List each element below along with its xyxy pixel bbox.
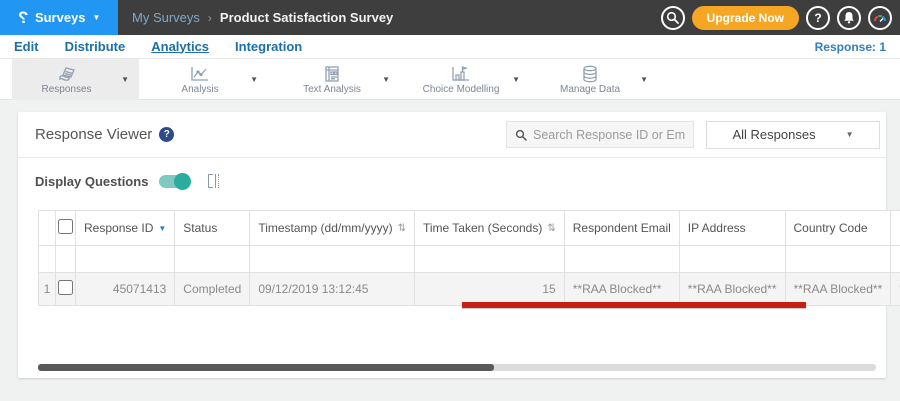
tab-integration[interactable]: Integration xyxy=(235,36,302,58)
select-all-checkbox[interactable] xyxy=(58,219,73,234)
filter-cell xyxy=(55,245,76,273)
response-count-label: Response: 1 xyxy=(814,39,886,54)
display-questions-toggle[interactable] xyxy=(159,172,192,190)
sort-icon[interactable]: ⇅ xyxy=(398,223,406,234)
col-respondent-email[interactable]: Respondent Email xyxy=(563,210,680,246)
analytics-toolbar: Responses ▼ Analysis ▼ Text Analysis ▼ C… xyxy=(0,59,900,100)
sort-icon[interactable]: ⇅ xyxy=(547,223,555,234)
table-row: 1 45071413 Completed 09/12/2019 13:12:45… xyxy=(38,272,900,306)
upgrade-now-button[interactable]: Upgrade Now xyxy=(691,5,799,30)
cell-response-id[interactable]: 45071413 xyxy=(74,272,176,306)
sort-desc-icon[interactable]: ▼ xyxy=(158,224,166,233)
chevron-down-icon[interactable]: ▼ xyxy=(250,75,258,84)
manage-data-icon xyxy=(581,65,599,83)
row-select-cell xyxy=(55,272,76,306)
search-icon xyxy=(515,129,527,141)
toolbar-text-analysis[interactable]: Text Analysis ▼ xyxy=(282,59,400,100)
filter-cell xyxy=(38,245,56,273)
filter-cell[interactable] xyxy=(174,245,251,273)
col-country-code[interactable]: Country Code xyxy=(784,210,892,246)
display-questions-label: Display Questions xyxy=(35,173,149,189)
col-ip-address[interactable]: IP Address xyxy=(678,210,786,246)
score-gauge-icon xyxy=(873,12,887,24)
chevron-down-icon[interactable]: ▼ xyxy=(382,75,390,84)
col-region[interactable]: Region xyxy=(890,210,900,246)
search-input[interactable] xyxy=(533,127,685,142)
col-time-taken[interactable]: Time Taken (Seconds) ⇅ xyxy=(413,210,565,246)
card-header: Response Viewer ? All Responses ▼ xyxy=(18,112,886,158)
response-search xyxy=(506,121,694,148)
chevron-down-icon: ▼ xyxy=(845,130,854,139)
cell-country-code: **RAA Blocked** xyxy=(784,272,892,306)
product-menu[interactable]: ? Surveys ▼ xyxy=(0,0,118,35)
cell-time-taken: 15 xyxy=(413,272,565,306)
filter-cell[interactable] xyxy=(563,245,680,273)
responses-table: Response ID ▼ Status Timestamp (dd/mm/yyy… xyxy=(38,210,900,306)
toolbar-responses[interactable]: Responses ▼ xyxy=(12,59,139,100)
select-all-cell xyxy=(55,210,76,246)
breadcrumb-my-surveys[interactable]: My Surveys xyxy=(132,10,200,25)
breadcrumb-survey-title: Product Satisfaction Survey xyxy=(219,10,394,25)
profile-button[interactable] xyxy=(868,5,892,30)
col-response-id[interactable]: Response ID ▼ xyxy=(74,210,176,246)
header-actions: Upgrade Now ? xyxy=(660,5,900,30)
questionpro-logo-icon: ? xyxy=(17,7,28,27)
notifications-button[interactable] xyxy=(837,5,861,30)
freeze-columns-icon[interactable] xyxy=(208,173,220,189)
search-button[interactable] xyxy=(660,5,685,30)
cell-ip-address: **RAA Blocked** xyxy=(678,272,786,306)
cell-respondent-email: **RAA Blocked** xyxy=(563,272,680,306)
row-checkbox[interactable] xyxy=(58,280,73,295)
page-title: Response Viewer xyxy=(35,126,153,143)
search-icon xyxy=(666,11,680,24)
help-icon: ? xyxy=(814,10,822,25)
help-button[interactable]: ? xyxy=(806,5,830,30)
col-status[interactable]: Status xyxy=(174,210,251,246)
product-menu-label: Surveys xyxy=(34,10,86,25)
row-number-header xyxy=(38,210,56,246)
table-header-row: Response ID ▼ Status Timestamp (dd/mm/yyy… xyxy=(38,210,900,246)
tab-analytics[interactable]: Analytics xyxy=(151,36,209,58)
response-filter-dropdown[interactable]: All Responses ▼ xyxy=(706,120,880,149)
toolbar-analysis[interactable]: Analysis ▼ xyxy=(150,59,268,100)
chevron-down-icon: ▼ xyxy=(92,13,101,22)
response-viewer-card: Response Viewer ? All Responses ▼ Displa… xyxy=(18,112,900,378)
filter-cell[interactable] xyxy=(413,245,565,273)
horizontal-scrollbar[interactable] xyxy=(38,364,876,371)
chevron-down-icon[interactable]: ▼ xyxy=(121,75,129,84)
tab-distribute[interactable]: Distribute xyxy=(65,36,126,58)
filter-dropdown-value: All Responses xyxy=(732,127,816,142)
filter-cell[interactable] xyxy=(249,245,415,273)
responses-icon xyxy=(56,65,78,83)
filter-cell[interactable] xyxy=(678,245,786,273)
chevron-down-icon[interactable]: ▼ xyxy=(512,75,520,84)
tab-edit[interactable]: Edit xyxy=(14,36,39,58)
horizontal-scrollbar-thumb[interactable] xyxy=(38,364,494,371)
cell-region: **RAA Blocked** xyxy=(890,272,900,306)
filter-cell[interactable] xyxy=(784,245,892,273)
col-timestamp[interactable]: Timestamp (dd/mm/yyyy) ⇅ xyxy=(249,210,415,246)
filter-cell[interactable] xyxy=(890,245,900,273)
analysis-icon xyxy=(189,65,211,83)
top-header-bar: ? Surveys ▼ My Surveys › Product Satisfa… xyxy=(0,0,900,35)
survey-nav-tabs: Edit Distribute Analytics Integration Re… xyxy=(0,35,900,59)
filter-cell[interactable] xyxy=(74,245,176,273)
column-filter-row xyxy=(38,245,900,273)
cell-timestamp: 09/12/2019 13:12:45 xyxy=(249,272,415,306)
help-icon[interactable]: ? xyxy=(159,127,175,142)
breadcrumb: My Surveys › Product Satisfaction Survey xyxy=(132,10,393,25)
bell-icon xyxy=(843,11,855,24)
red-highlight-annotation xyxy=(462,302,806,308)
row-number: 1 xyxy=(38,272,56,306)
toolbar-manage-data[interactable]: Manage Data ▼ xyxy=(540,59,658,100)
cell-status: Completed xyxy=(174,272,251,306)
table-controls: Display Questions xyxy=(35,172,886,190)
breadcrumb-separator: › xyxy=(207,10,212,25)
toolbar-choice-modelling[interactable]: Choice Modelling ▼ xyxy=(410,59,530,100)
text-analysis-icon xyxy=(322,65,342,83)
chevron-down-icon[interactable]: ▼ xyxy=(640,75,648,84)
choice-modelling-icon xyxy=(450,65,472,83)
app-window: ? Surveys ▼ My Surveys › Product Satisfa… xyxy=(0,0,900,401)
